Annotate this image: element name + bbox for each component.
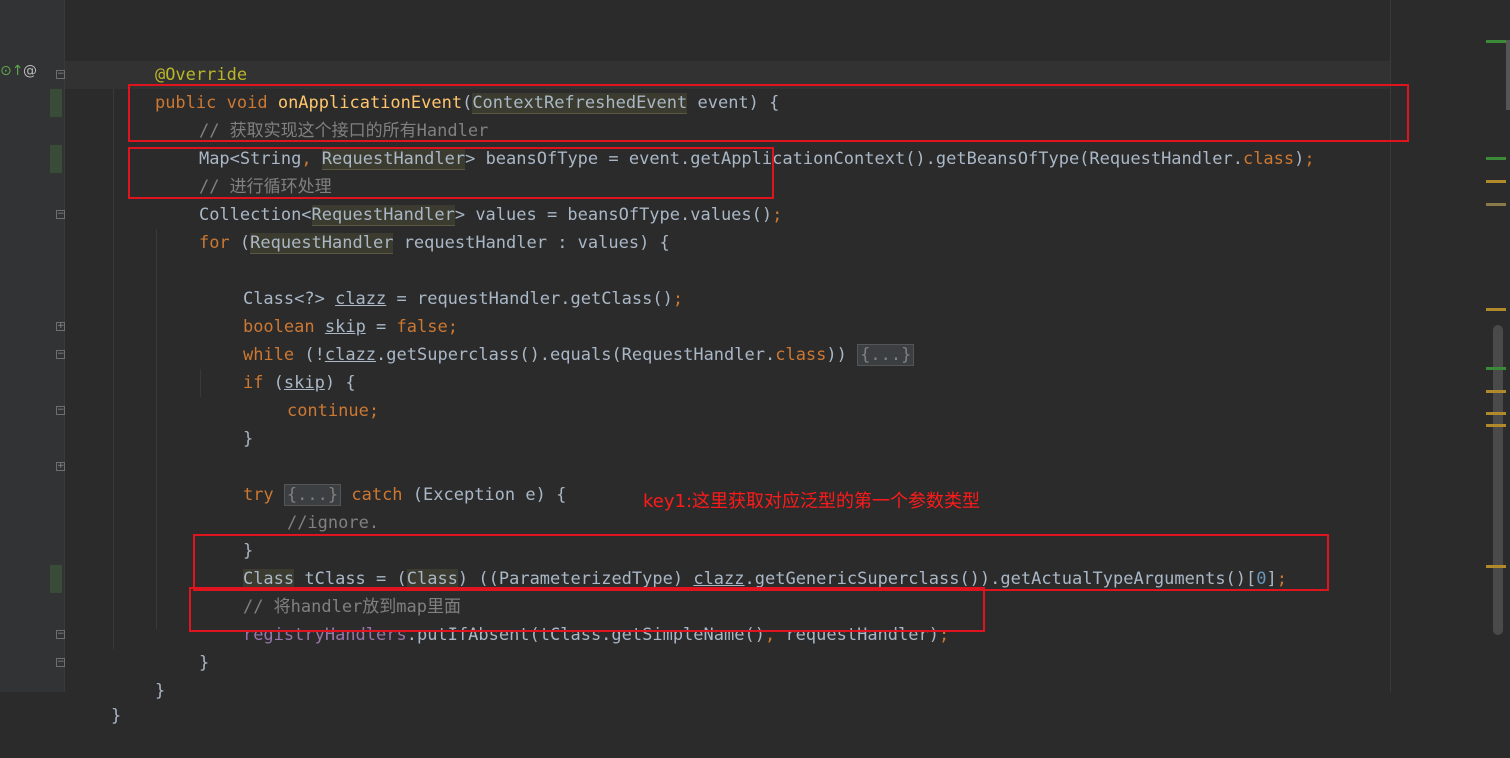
annotation-note: key1:这里获取对应泛型的第一个参数类型 <box>643 491 981 512</box>
code-text: .getSuperclass().equals(RequestHandler. <box>376 345 776 365</box>
code-line[interactable]: } <box>114 649 165 701</box>
warning-stripe[interactable] <box>1486 412 1506 415</box>
code-line[interactable]: boolean skip = false; <box>202 285 458 337</box>
keyword: for <box>198 233 230 253</box>
code-line[interactable]: while (!clazz.getSuperclass().equals(Req… <box>202 313 915 366</box>
comment: //ignore. <box>286 513 380 533</box>
code-text: ( <box>229 233 251 253</box>
scrollbar-top[interactable] <box>1506 40 1510 110</box>
code-line[interactable]: //ignore. <box>246 481 379 533</box>
warning-stripe[interactable] <box>1486 180 1506 183</box>
folded-code-block[interactable]: {...} <box>857 344 915 366</box>
warning-stripe[interactable] <box>1486 390 1506 393</box>
annotation-box <box>189 587 985 632</box>
code-line[interactable]: try {...} catch (Exception e) { <box>202 453 566 506</box>
semicolon: ; <box>368 401 380 421</box>
warning-stripe[interactable] <box>1486 565 1506 568</box>
semicolon: ; <box>772 205 783 225</box>
code-line[interactable]: } <box>202 397 253 449</box>
code-text: )) <box>826 345 858 365</box>
indent-guide <box>156 229 157 629</box>
keyword: continue <box>286 401 369 421</box>
code-text: requestHandler : values) { <box>393 233 670 253</box>
code-line[interactable]: } <box>202 509 253 561</box>
indent-guide <box>113 89 114 649</box>
semicolon: ; <box>1304 149 1315 169</box>
keyword: class <box>775 345 827 365</box>
code-line[interactable]: } <box>70 674 121 726</box>
warning-stripe[interactable] <box>1486 203 1506 206</box>
code-text: } <box>242 429 254 449</box>
code-line[interactable]: Class<?> clazz = requestHandler.getClass… <box>202 257 683 309</box>
code-text: } <box>198 653 210 673</box>
indent-guide <box>200 369 201 397</box>
code-line[interactable]: if (skip) { <box>202 341 356 393</box>
code-text: } <box>110 706 122 726</box>
change-stripe[interactable] <box>1486 157 1506 160</box>
change-stripe[interactable] <box>1486 40 1506 43</box>
code-line[interactable]: for (RequestHandler requestHandler : val… <box>158 201 670 254</box>
code-text: (Exception e) { <box>402 485 567 505</box>
change-stripe[interactable] <box>1486 367 1506 370</box>
keyword: class <box>1242 149 1295 169</box>
warning-stripe[interactable] <box>1486 308 1506 311</box>
code-text: ) <box>1294 149 1305 169</box>
vertical-scrollbar[interactable] <box>1493 325 1503 635</box>
code-line[interactable]: continue; <box>246 369 379 421</box>
warning-stripe[interactable] <box>1486 424 1506 427</box>
annotation-box <box>128 84 1409 142</box>
annotation-box <box>128 147 774 199</box>
code-line[interactable]: @Override <box>114 33 247 85</box>
code-text: } <box>154 681 166 701</box>
semicolon: ; <box>672 289 684 309</box>
annotation-box <box>193 534 1329 591</box>
type-highlight: RequestHandler <box>250 233 394 254</box>
